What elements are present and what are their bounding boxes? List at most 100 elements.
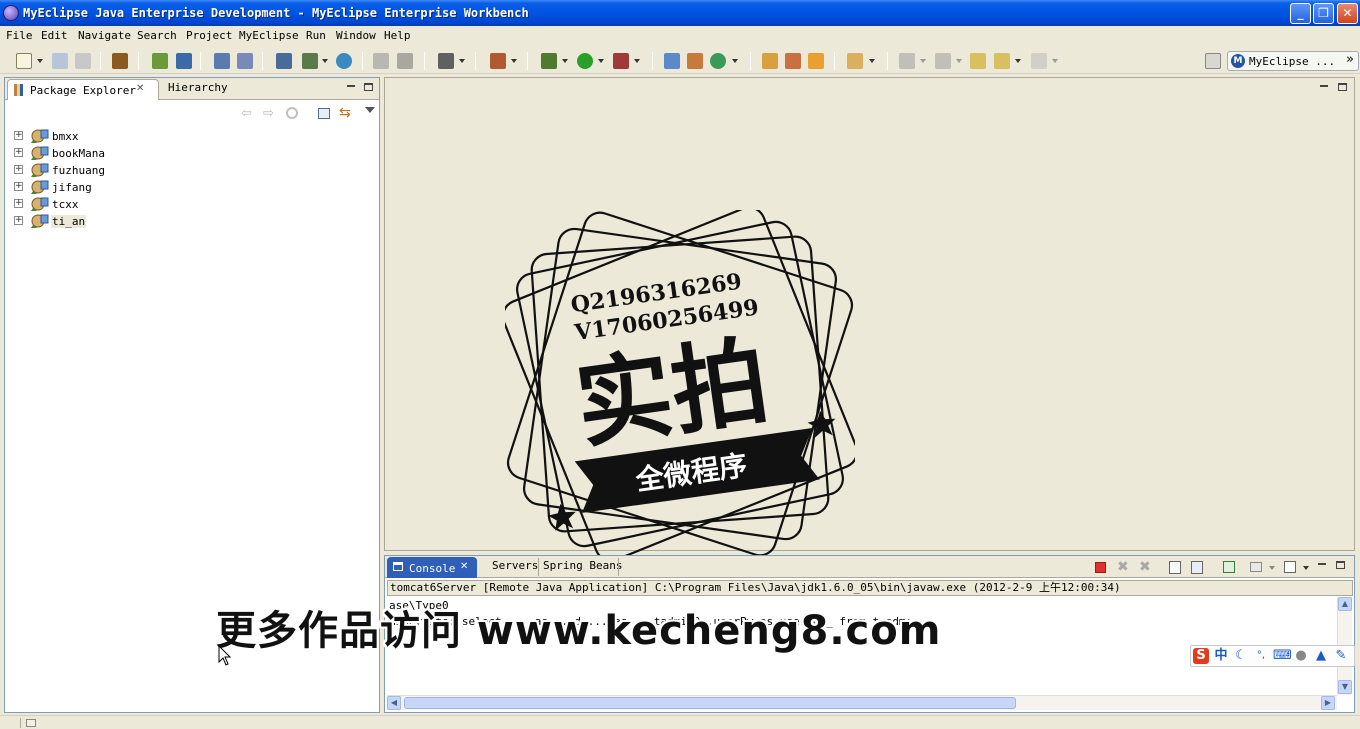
ime-skin-icon[interactable]: ▲ xyxy=(1313,648,1329,664)
minimize-button[interactable]: _ xyxy=(1290,3,1311,24)
close-console-icon[interactable]: ✕ xyxy=(460,561,468,572)
ime-lang-icon[interactable]: 中 xyxy=(1213,648,1229,664)
tab-hierarchy[interactable]: Hierarchy xyxy=(168,81,228,99)
tree-item-project[interactable]: + tcxx xyxy=(5,196,305,213)
horizontal-scrollbar[interactable]: ◀ ▶ xyxy=(387,695,1337,710)
scroll-down-icon[interactable]: ▼ xyxy=(1338,680,1352,694)
toolbar-overflow-icon[interactable]: » xyxy=(1346,52,1354,67)
db-icon[interactable] xyxy=(373,53,389,69)
clear-console-icon[interactable] xyxy=(1169,561,1181,574)
run-icon[interactable] xyxy=(577,53,593,69)
forward-nav-icon[interactable]: ⇨ xyxy=(263,106,274,121)
up-nav-icon[interactable] xyxy=(286,107,298,119)
pin-console-icon[interactable] xyxy=(1223,561,1235,573)
display-console-icon[interactable] xyxy=(1250,562,1262,572)
scroll-left-icon[interactable]: ◀ xyxy=(387,696,401,710)
expand-icon[interactable]: + xyxy=(14,165,23,174)
tree-item-project[interactable]: + bmxx xyxy=(5,128,305,145)
ime-tool-icon[interactable]: ✎ xyxy=(1333,648,1349,664)
menu-myeclipse[interactable]: MyEclipse xyxy=(239,29,299,42)
myeclipse-app-icon[interactable] xyxy=(3,5,19,21)
scroll-right-icon[interactable]: ▶ xyxy=(1321,696,1335,710)
tab-spring-beans[interactable]: Spring Beans xyxy=(543,559,622,577)
back-icon[interactable] xyxy=(994,53,1010,69)
tree-item-project[interactable]: + bookMana xyxy=(5,145,305,162)
link-with-editor-icon[interactable]: ⇆ xyxy=(339,105,351,121)
maximize-editor-icon[interactable] xyxy=(1338,83,1347,91)
open-folder-icon[interactable] xyxy=(762,53,778,69)
ime-user-icon[interactable]: ● xyxy=(1293,648,1309,664)
server-icon[interactable] xyxy=(214,53,230,69)
expand-icon[interactable]: + xyxy=(14,182,23,191)
new-dropdown-icon[interactable] xyxy=(37,59,43,63)
prev-annotation-icon[interactable] xyxy=(935,53,951,69)
ime-moon-icon[interactable]: ☾ xyxy=(1233,648,1249,664)
save-icon[interactable] xyxy=(52,53,68,69)
browser-icon[interactable] xyxy=(237,53,253,69)
menu-window[interactable]: Window xyxy=(336,29,376,42)
close-tab-icon[interactable]: ✕ xyxy=(136,83,144,94)
expand-icon[interactable]: + xyxy=(14,199,23,208)
open-file-icon[interactable] xyxy=(847,53,863,69)
task-icon[interactable] xyxy=(808,53,824,69)
new-icon[interactable] xyxy=(16,53,32,69)
debug-icon[interactable] xyxy=(152,53,168,69)
globe-icon[interactable] xyxy=(336,53,352,69)
remove-all-icon[interactable]: ✖ xyxy=(1139,559,1151,575)
maximize-view-icon[interactable] xyxy=(364,83,373,91)
menu-search[interactable]: Search xyxy=(137,29,177,42)
menu-project[interactable]: Project xyxy=(186,29,232,42)
back-nav-icon[interactable]: ⇦ xyxy=(241,106,252,121)
ime-keyboard-icon[interactable]: ⌨ xyxy=(1273,648,1292,664)
tab-servers[interactable]: Servers xyxy=(492,559,538,577)
tree-item-project[interactable]: + jifang xyxy=(5,179,305,196)
tab-package-explorer[interactable]: Package Explorer ✕ xyxy=(7,79,159,100)
expand-icon[interactable]: + xyxy=(14,148,23,157)
scroll-lock-icon[interactable] xyxy=(1191,561,1203,574)
ime-punct-icon[interactable]: °, xyxy=(1253,648,1269,664)
menu-navigate[interactable]: Navigate xyxy=(78,29,131,42)
terminate-icon[interactable] xyxy=(1095,562,1106,573)
open-perspective-icon[interactable] xyxy=(1205,53,1221,69)
perspective-switcher[interactable]: M MyEclipse ... xyxy=(1227,51,1359,71)
camera-icon[interactable] xyxy=(438,53,454,69)
collapse-all-icon[interactable] xyxy=(318,108,330,119)
debug-run-icon[interactable] xyxy=(541,53,557,69)
web-service-icon[interactable] xyxy=(276,53,292,69)
next-annotation-icon[interactable] xyxy=(899,53,915,69)
deploy-icon[interactable] xyxy=(176,53,192,69)
menu-run[interactable]: Run xyxy=(306,29,326,42)
forward-icon[interactable] xyxy=(1031,53,1047,69)
minimize-console-icon[interactable] xyxy=(1318,560,1326,565)
scroll-up-icon[interactable]: ▲ xyxy=(1338,597,1352,611)
new-java-project-icon[interactable] xyxy=(664,53,680,69)
new-package-icon[interactable] xyxy=(687,53,703,69)
new-project-icon[interactable] xyxy=(490,53,506,69)
tab-console[interactable]: Console ✕ xyxy=(387,557,477,578)
close-button[interactable]: ✕ xyxy=(1337,3,1358,24)
maximize-button[interactable]: ❐ xyxy=(1313,3,1334,24)
last-edit-icon[interactable] xyxy=(970,53,986,69)
new-class-icon[interactable] xyxy=(710,53,726,69)
maximize-console-icon[interactable] xyxy=(1336,561,1345,569)
open-type-icon[interactable] xyxy=(112,53,128,69)
horizontal-scroll-thumb[interactable] xyxy=(404,697,1016,709)
minimize-editor-icon[interactable] xyxy=(1320,82,1328,87)
search-tool-icon[interactable] xyxy=(785,53,801,69)
menu-file[interactable]: File xyxy=(6,29,33,42)
view-menu-icon[interactable] xyxy=(365,107,375,113)
tree-item-project[interactable]: + fuzhuang xyxy=(5,162,305,179)
expand-icon[interactable]: + xyxy=(14,131,23,140)
remove-launch-icon[interactable]: ✖ xyxy=(1117,559,1129,575)
tree-item-project-selected[interactable]: + ti_an xyxy=(5,213,305,230)
print-icon[interactable] xyxy=(75,53,91,69)
menu-edit[interactable]: Edit xyxy=(41,29,68,42)
sogou-logo-icon[interactable]: S xyxy=(1193,648,1209,664)
open-console-icon[interactable] xyxy=(1284,561,1296,573)
expand-icon[interactable]: + xyxy=(14,216,23,225)
fast-view-icon[interactable] xyxy=(26,719,36,727)
minimize-view-icon[interactable] xyxy=(347,82,355,87)
run-server-icon[interactable] xyxy=(302,53,318,69)
db-browser-icon[interactable] xyxy=(397,53,413,69)
menu-help[interactable]: Help xyxy=(384,29,411,42)
